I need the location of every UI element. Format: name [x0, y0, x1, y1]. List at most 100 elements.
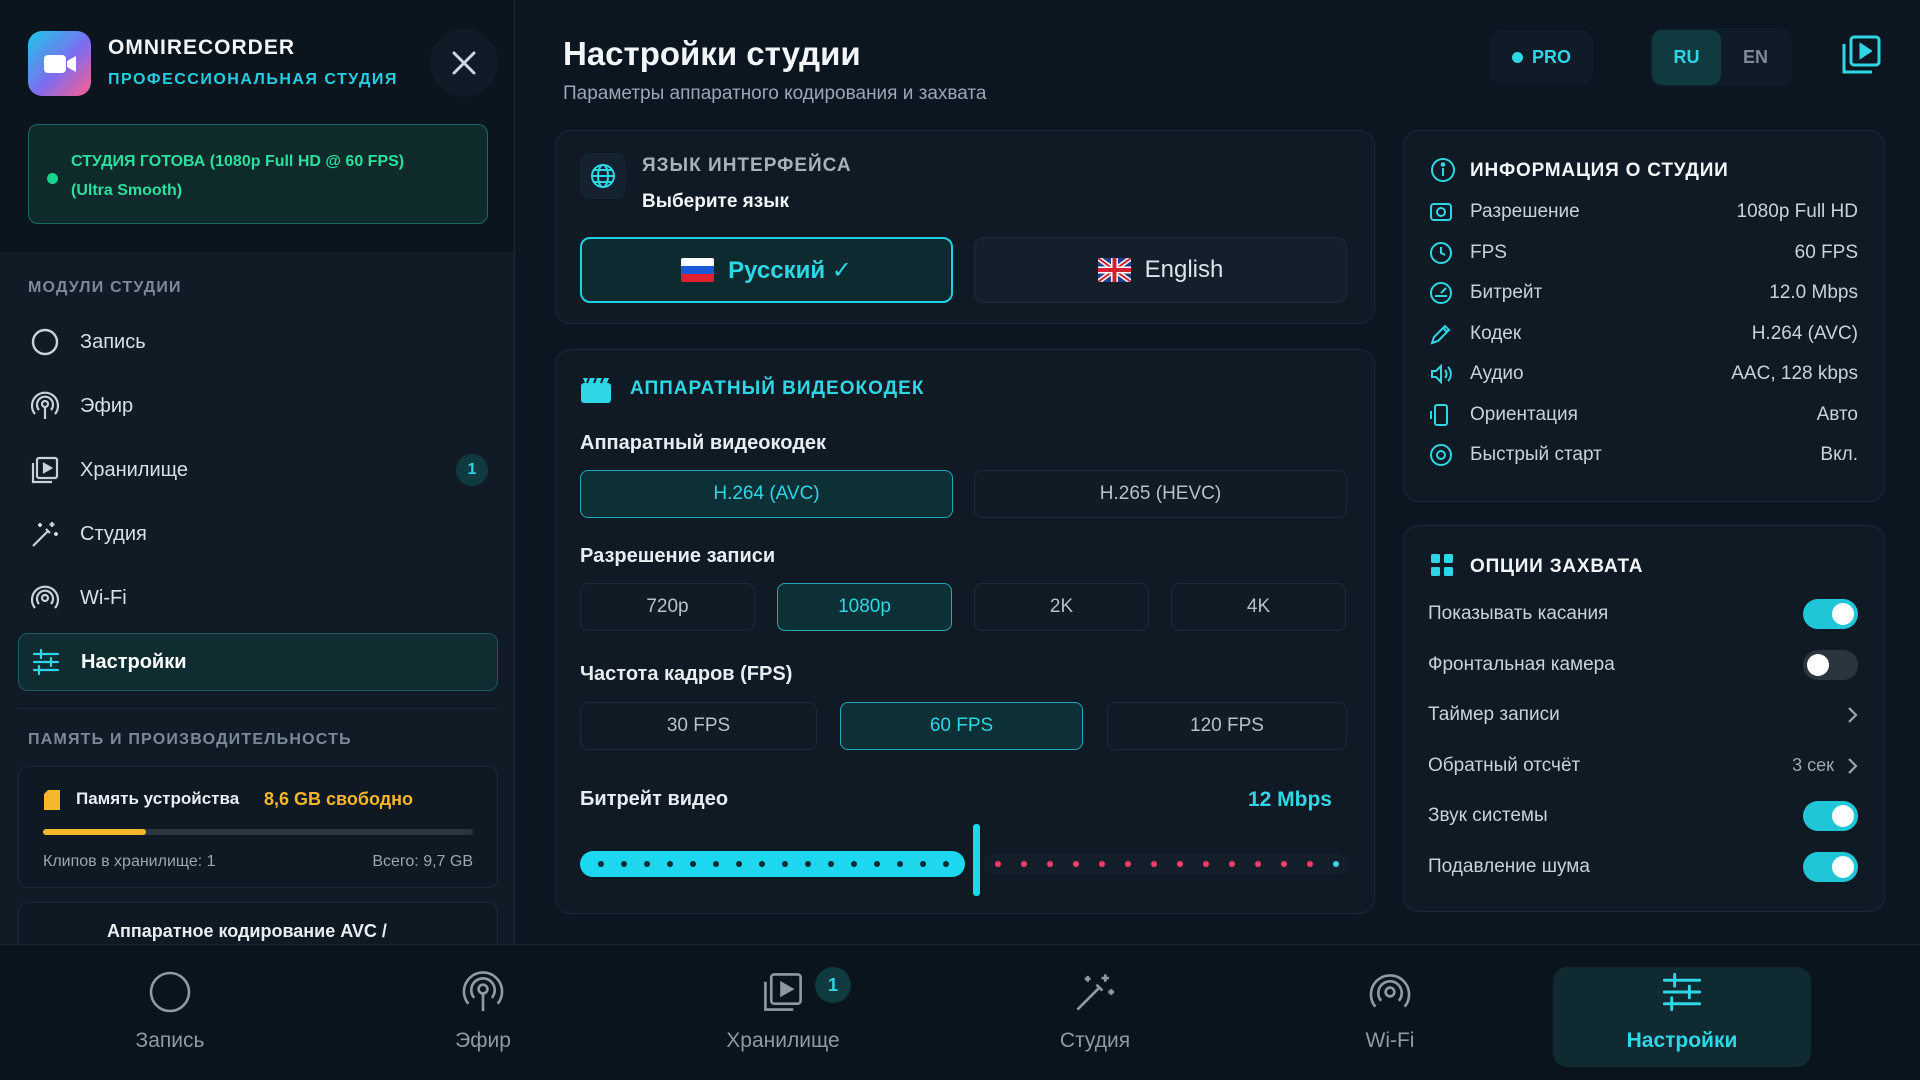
slider-dot — [644, 861, 650, 867]
info-row-key: Битрейт — [1470, 282, 1543, 303]
page-subtitle: Параметры аппаратного кодирования и захв… — [563, 83, 987, 104]
resolution-1080p-button[interactable]: 1080p — [777, 583, 952, 631]
close-icon — [452, 51, 476, 75]
slider-dot — [1255, 861, 1261, 867]
capture-option-toggle[interactable] — [1803, 599, 1858, 629]
bottom-tab-broadcast[interactable]: Эфир — [383, 967, 583, 1067]
broadcast-icon — [458, 967, 508, 1017]
bottom-tab-label: Студия — [1059, 1029, 1131, 1052]
language-subtitle: Выберите язык — [642, 191, 789, 212]
chevron-right-icon — [1848, 707, 1858, 723]
bitrate-value: 12 Mbps — [1247, 788, 1332, 811]
toggle-knob — [1807, 653, 1829, 676]
slider-dot — [874, 861, 880, 867]
memory-free: 8,6 GB свободно — [264, 789, 414, 809]
slider-dot — [1203, 861, 1209, 867]
fps-30-button[interactable]: 30 FPS — [580, 702, 817, 750]
resolution-2k-button[interactable]: 2K — [974, 583, 1149, 631]
capture-options-card: ОПЦИИ ЗАХВАТА Показывать касания Фронталь… — [1403, 525, 1885, 912]
english-language-button[interactable]: English — [974, 237, 1347, 303]
capture-option-row[interactable]: Показывать касания — [1428, 594, 1858, 634]
sidebar-divider — [18, 708, 498, 709]
sd-card-icon — [44, 790, 60, 810]
capture-option-row[interactable]: Обратный отсчёт 3 сек — [1428, 746, 1858, 786]
slider-dot — [1021, 861, 1027, 867]
codec-h265-button[interactable]: H.265 (HEVC) — [974, 470, 1347, 518]
info-row: Быстрый старт Вкл. — [1428, 440, 1858, 470]
sidebar-item-broadcast[interactable]: Эфир — [18, 377, 498, 435]
slider-dot — [621, 861, 627, 867]
resolution-720p-button[interactable]: 720p — [580, 583, 755, 631]
slider-dot — [598, 861, 604, 867]
english-language-label: English — [1144, 256, 1224, 283]
sidebar-item-wifi[interactable]: Wi-Fi — [18, 569, 498, 627]
capture-option-toggle[interactable] — [1803, 649, 1858, 680]
toggle-knob — [1832, 855, 1854, 878]
capture-option-label: Показывать касания — [1428, 603, 1609, 624]
info-row-value: AAC, 128 kbps — [1731, 363, 1858, 384]
sidebar-item-studio[interactable]: Студия — [18, 505, 498, 563]
capture-option-label: Подавление шума — [1428, 855, 1590, 877]
memory-bar — [43, 829, 473, 835]
bottom-tab-wifi[interactable]: Wi-Fi — [1290, 967, 1490, 1067]
bitrate-slider[interactable] — [580, 820, 1350, 900]
studio-info-card: ИНФОРМАЦИЯ О СТУДИИ Разрешение 1080p Full… — [1403, 130, 1885, 502]
resolution-4k-button[interactable]: 4K — [1171, 583, 1346, 631]
close-button[interactable] — [430, 29, 498, 97]
studio-status: СТУДИЯ ГОТОВА (1080p Full HD @ 60 FPS) (… — [28, 124, 488, 224]
memory-total: Всего: 9,7 GB — [372, 853, 473, 870]
capture-option-row[interactable]: Фронтальная камера — [1428, 645, 1858, 685]
sidebar-item-record[interactable]: Запись — [18, 313, 498, 371]
modules-title: МОДУЛИ СТУДИИ — [28, 279, 182, 296]
uk-flag-icon — [1097, 258, 1131, 282]
bottom-tab-settings[interactable]: Настройки — [1553, 967, 1811, 1067]
pro-badge[interactable]: PRO — [1490, 30, 1593, 85]
slider-dot — [897, 861, 903, 867]
sidebar-item-settings[interactable]: Настройки — [18, 633, 498, 691]
bottom-tab-record[interactable]: Запись — [70, 967, 270, 1067]
capture-option-toggle[interactable] — [1803, 851, 1858, 882]
capture-option-toggle[interactable] — [1803, 801, 1858, 831]
library-play-icon[interactable] — [1840, 34, 1882, 76]
lang-ru-button[interactable]: RU — [1652, 30, 1721, 85]
fps-60-button[interactable]: 60 FPS — [840, 702, 1083, 750]
camera-icon — [43, 54, 76, 73]
bottom-tab-studio[interactable]: Студия — [995, 967, 1195, 1067]
language-header: ЯЗЫК ИНТЕРФЕЙСА — [642, 155, 852, 176]
language-switch: RU EN — [1650, 28, 1792, 87]
slider-dot — [1047, 861, 1053, 867]
codec-h264-button[interactable]: H.264 (AVC) — [580, 470, 953, 518]
info-row-key: Кодек — [1470, 322, 1522, 344]
storage-count-badge: 1 — [815, 967, 851, 1003]
slider-dot — [1229, 861, 1235, 867]
codec-header: АППАРАТНЫЙ ВИДЕОКОДЕК — [630, 378, 925, 399]
status-dot — [47, 173, 58, 184]
pro-label: PRO — [1531, 47, 1571, 67]
info-row-value: 12.0 Mbps — [1769, 282, 1858, 303]
russian-language-button[interactable]: Русский ✓ — [580, 237, 953, 303]
bitrate-slider-dots — [580, 820, 1350, 900]
capture-option-row[interactable]: Таймер записи — [1428, 695, 1858, 735]
slider-dot — [1073, 861, 1079, 867]
sidebar-header: OMNIRECORDER ПРОФЕССИОНАЛЬНАЯ СТУДИЯ СТУ… — [0, 0, 514, 252]
capture-option-row[interactable]: Подавление шума — [1428, 847, 1858, 887]
sidebar-item-label: Эфир — [80, 394, 134, 417]
fps-120-button[interactable]: 120 FPS — [1107, 702, 1347, 750]
russia-flag-icon — [681, 258, 715, 282]
sidebar-item-storage[interactable]: Хранилище 1 — [18, 441, 498, 499]
bottom-tab-label: Wi-Fi — [1365, 1029, 1415, 1052]
capture-option-row[interactable]: Звук системы — [1428, 796, 1858, 836]
slider-dot — [782, 861, 788, 867]
sliders-icon — [29, 645, 63, 679]
lang-en-button[interactable]: EN — [1721, 30, 1790, 85]
pro-dot — [1511, 52, 1523, 63]
magic-wand-icon — [1070, 967, 1120, 1017]
slider-dot — [995, 861, 1001, 867]
bitrate-label: Битрейт видео — [580, 788, 729, 810]
clock-icon — [1428, 240, 1454, 266]
record-circle-icon — [145, 967, 195, 1017]
encoding-text: Аппаратное кодирование AVC / — [107, 921, 387, 941]
bottom-tab-storage[interactable]: Хранилище 1 — [683, 967, 883, 1067]
info-row-value: Авто — [1816, 403, 1858, 425]
codec-label: Аппаратный видеокодек — [580, 432, 827, 454]
